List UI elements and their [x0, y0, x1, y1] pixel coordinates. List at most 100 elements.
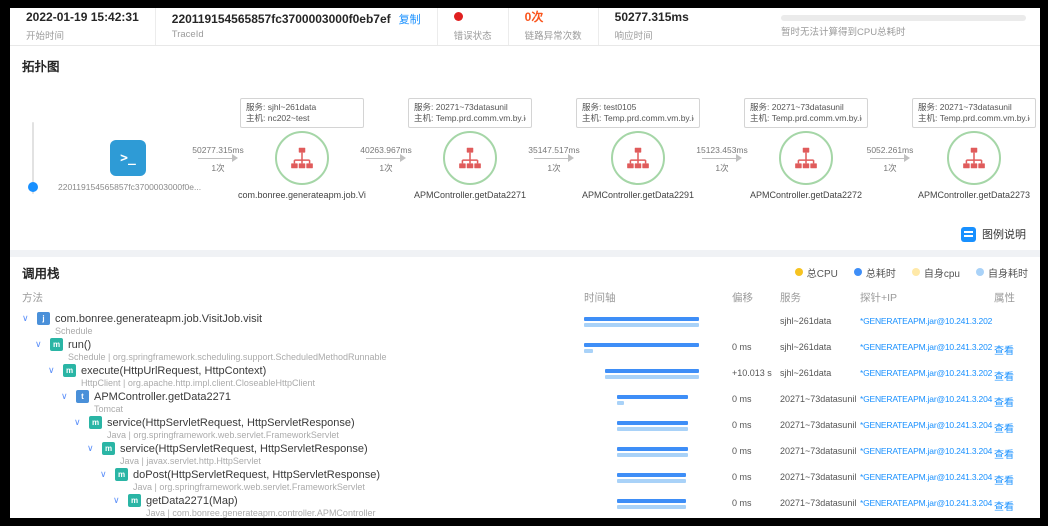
collapse-chevron-icon[interactable] [74, 418, 84, 427]
edge-duration-label: 5052.261ms [867, 145, 914, 155]
service-node-circle[interactable] [947, 131, 1001, 185]
probe-ip-link[interactable]: *GENERATEAPM.jar@10.241.3.202 [860, 338, 994, 352]
trace-root-node[interactable]: 220119154565857fc3700003000f0e... [58, 98, 198, 228]
method-name: service(HttpServletRequest, HttpServletR… [120, 443, 368, 455]
zoom-slider[interactable] [28, 122, 38, 194]
trace-summary-bar: 2022-01-19 15:42:31 开始时间 220119154565857… [10, 8, 1040, 46]
view-attr-link[interactable]: 查看 [994, 416, 1028, 435]
collapse-chevron-icon[interactable] [100, 470, 110, 479]
probe-ip-link[interactable]: *GENERATEAPM.jar@10.241.3.202 [860, 312, 994, 326]
column-service: 服务 [780, 290, 860, 305]
collapse-chevron-icon[interactable] [35, 340, 45, 349]
probe-ip-link[interactable]: *GENERATEAPM.jar@10.241.3.204 [860, 416, 994, 430]
method-type-icon: m [89, 416, 102, 429]
start-time-field: 2022-01-19 15:42:31 开始时间 [22, 8, 155, 45]
callstack-row[interactable]: m execute(HttpUrlRequest, HttpContext) H… [22, 362, 1028, 388]
legend-item[interactable]: 自身耗时 [976, 265, 1028, 280]
node-method-label: APMController.getData2291 [582, 190, 694, 200]
collapse-chevron-icon[interactable] [48, 366, 58, 375]
callstack-row[interactable]: m service(HttpServletRequest, HttpServle… [22, 440, 1028, 466]
node-info-box: 服务: 20271~73datasunil 主机: Temp.prd.comm.… [744, 98, 868, 128]
copy-trace-id-link[interactable]: 复制 [399, 14, 421, 26]
column-probe-ip: 探针+IP [860, 290, 994, 305]
error-status-field: 错误状态 [437, 8, 508, 45]
topology-edge: 35147.517ms 1次 [534, 98, 574, 228]
callstack-row[interactable]: t APMController.getData2271 Tomcat 0 ms … [22, 388, 1028, 414]
callstack-header: 调用栈 总CPU 总耗时 自身cpu 自身耗时 [22, 263, 1028, 281]
probe-ip-link[interactable]: *GENERATEAPM.jar@10.241.3.204 [860, 442, 994, 456]
total-time-bar [617, 499, 687, 503]
service-node-circle[interactable] [443, 131, 497, 185]
offset-value: 0 ms [732, 468, 780, 482]
node-service-label: 服务: 20271~73datasunil [414, 102, 526, 113]
legend-item[interactable]: 自身cpu [912, 265, 960, 280]
service-node-circle[interactable] [611, 131, 665, 185]
method-subtitle: Java | com.bonree.generateapm.controller… [146, 508, 584, 518]
total-time-bar [617, 447, 688, 451]
trace-id-label: TraceId [172, 29, 421, 40]
topology-node[interactable]: 服务: 20271~73datasunil 主机: Temp.prd.comm.… [406, 98, 534, 228]
view-attr-link[interactable]: 查看 [994, 494, 1028, 513]
method-cell: m getData2271(Map) Java | com.bonree.gen… [22, 494, 584, 518]
service-node-circle[interactable] [275, 131, 329, 185]
zoom-slider-thumb[interactable] [28, 182, 38, 192]
trace-root-label: 220119154565857fc3700003000f0e... [58, 182, 198, 192]
edge-count-label: 1次 [547, 162, 560, 174]
service-node-circle[interactable] [779, 131, 833, 185]
view-attr-link[interactable]: 查看 [994, 468, 1028, 487]
legend-item[interactable]: 总耗时 [854, 265, 896, 280]
legend-dot [976, 268, 984, 276]
topology-node[interactable]: 服务: sjhl~261data 主机: nc202~test com.bonr… [238, 98, 366, 228]
node-host-label: 主机: Temp.prd.comm.vm.by.idc.b... [750, 113, 862, 124]
collapse-chevron-icon[interactable] [87, 444, 97, 453]
callstack-row[interactable]: m getData2271(Map) Java | com.bonree.gen… [22, 492, 1028, 518]
view-attr-link[interactable]: 查看 [994, 390, 1028, 409]
callstack-section: 调用栈 总CPU 总耗时 自身cpu 自身耗时 方法 时间轴 偏移 服务 探针+… [10, 257, 1040, 518]
legend-item-label: 自身耗时 [988, 265, 1028, 280]
callstack-row[interactable]: m service(HttpServletRequest, HttpServle… [22, 414, 1028, 440]
node-info-box: 服务: test0105 主机: Temp.prd.comm.vm.by.idc… [576, 98, 700, 128]
callstack-row[interactable]: m run() Schedule | org.springframework.s… [22, 336, 1028, 362]
column-timeline: 时间轴 [584, 290, 732, 305]
probe-ip-link[interactable]: *GENERATEAPM.jar@10.241.3.204 [860, 494, 994, 508]
method-cell: m service(HttpServletRequest, HttpServle… [22, 442, 584, 466]
topology-node[interactable]: 服务: 20271~73datasunil 主机: Temp.prd.comm.… [910, 98, 1038, 228]
method-cell: m doPost(HttpServletRequest, HttpServlet… [22, 468, 584, 492]
method-name: APMController.getData2271 [94, 391, 231, 403]
legend-toggle[interactable]: 图例说明 [961, 226, 1026, 242]
topology-node[interactable]: 服务: 20271~73datasunil 主机: Temp.prd.comm.… [742, 98, 870, 228]
collapse-chevron-icon[interactable] [22, 314, 32, 323]
probe-ip-link[interactable]: *GENERATEAPM.jar@10.241.3.204 [860, 468, 994, 482]
view-attr-link[interactable]: 查看 [994, 364, 1028, 383]
method-name: doPost(HttpServletRequest, HttpServletRe… [133, 469, 380, 481]
topology-node[interactable]: 服务: test0105 主机: Temp.prd.comm.vm.by.idc… [574, 98, 702, 228]
offset-value: 0 ms [732, 494, 780, 508]
method-subtitle: Java | org.springframework.web.servlet.F… [133, 482, 584, 492]
node-service-label: 服务: sjhl~261data [246, 102, 358, 113]
error-status-dot [454, 12, 463, 21]
method-name: getData2271(Map) [146, 495, 238, 507]
legend-item[interactable]: 总CPU [795, 265, 838, 280]
legend-item-label: 总耗时 [866, 265, 896, 280]
callstack-row[interactable]: m doPost(HttpServletRequest, HttpServlet… [22, 466, 1028, 492]
probe-ip-link[interactable]: *GENERATEAPM.jar@10.241.3.204 [860, 390, 994, 404]
trace-entry-icon[interactable] [110, 140, 146, 176]
view-attr-link[interactable] [994, 312, 1028, 316]
edge-line [534, 158, 569, 159]
probe-ip-link[interactable]: *GENERATEAPM.jar@10.241.3.202 [860, 364, 994, 378]
callstack-row[interactable]: j com.bonree.generateapm.job.VisitJob.vi… [22, 310, 1028, 336]
collapse-chevron-icon[interactable] [113, 496, 123, 505]
service-topology-icon [457, 145, 483, 171]
view-attr-link[interactable]: 查看 [994, 338, 1028, 357]
edge-arrowhead-icon [736, 154, 742, 162]
timeline-bars [584, 416, 732, 438]
method-subtitle: Tomcat [94, 404, 584, 414]
collapse-chevron-icon[interactable] [61, 392, 71, 401]
timeline-bars [584, 390, 732, 412]
view-attr-link[interactable]: 查看 [994, 442, 1028, 461]
start-time-label: 开始时间 [26, 28, 139, 42]
cpu-total-field: 暂时无法计算得到CPU总耗时 [765, 8, 1028, 45]
timeline-bars [584, 468, 732, 490]
total-time-bar [584, 317, 699, 321]
self-time-bar [617, 427, 688, 431]
